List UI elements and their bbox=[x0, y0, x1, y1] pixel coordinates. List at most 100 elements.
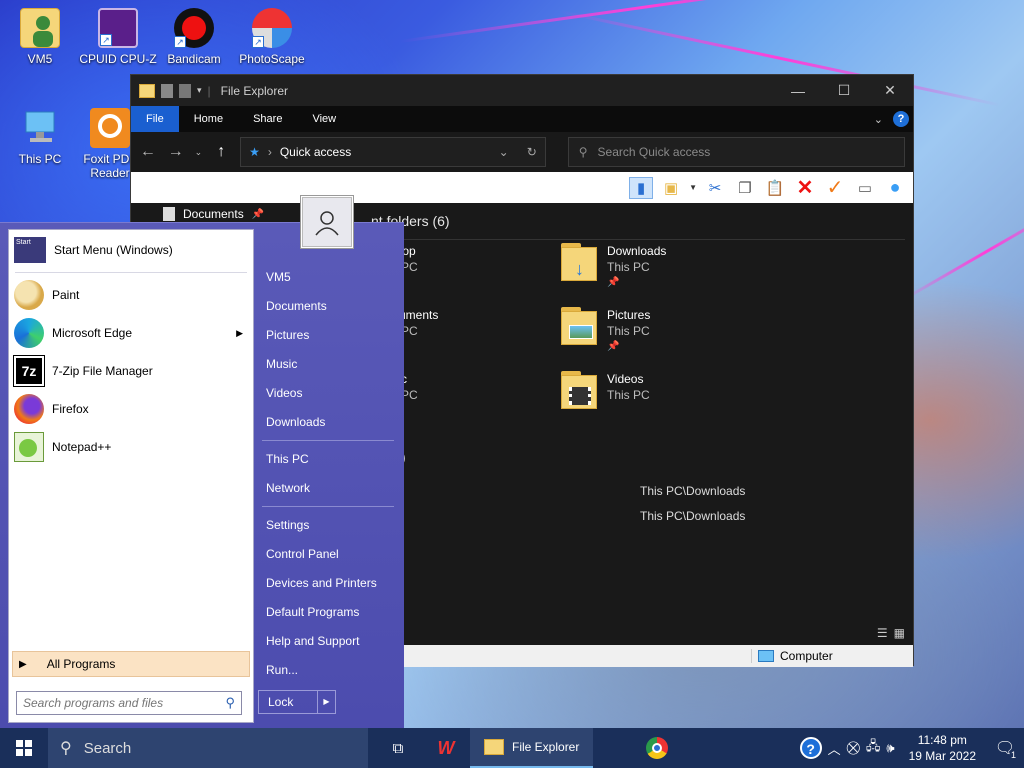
desktop-icon-label: This PC bbox=[18, 152, 62, 166]
start-button[interactable] bbox=[0, 728, 48, 768]
lock-button[interactable]: Lock ▶ bbox=[258, 690, 336, 714]
places-network[interactable]: Network bbox=[262, 474, 402, 503]
recent-locations-icon[interactable]: ⌄ bbox=[194, 147, 203, 158]
cut-icon[interactable]: ✂ bbox=[703, 177, 727, 199]
folder-icon[interactable] bbox=[139, 83, 155, 98]
places-downloads[interactable]: Downloads bbox=[262, 408, 402, 437]
chrome-icon[interactable] bbox=[633, 728, 681, 768]
programs-search-input[interactable]: ⚲ bbox=[16, 691, 242, 715]
help-icon[interactable]: ? bbox=[893, 111, 909, 127]
tab-file[interactable]: File bbox=[131, 106, 179, 132]
nav-pane-documents[interactable]: Documents 📌 bbox=[163, 207, 264, 221]
properties-icon[interactable] bbox=[161, 83, 173, 98]
tab-home[interactable]: Home bbox=[179, 106, 238, 132]
new-dropdown-icon[interactable]: ▼ bbox=[689, 183, 697, 192]
program-notepad-plus-plus[interactable]: Notepad++ bbox=[9, 428, 253, 466]
avatar[interactable] bbox=[300, 195, 354, 249]
separator: | bbox=[207, 83, 211, 98]
folder-tile-downloads[interactable]: ↓ Downloads This PC 📌 bbox=[561, 243, 666, 291]
breadcrumb-chevron-icon[interactable]: › bbox=[268, 145, 272, 159]
paste-icon[interactable]: 📋 bbox=[763, 177, 787, 199]
places-this-pc[interactable]: This PC bbox=[262, 445, 402, 474]
address-row: ← → ⌄ ↑ ★ › Quick access ⌄ ↻ ⚲ Search Qu… bbox=[131, 132, 913, 172]
ribbon-tabs: File Home Share View ⌄ ? bbox=[131, 106, 913, 132]
forward-arrow-icon[interactable]: → bbox=[167, 143, 185, 161]
properties-card-icon[interactable]: ▭ bbox=[853, 177, 877, 199]
network-icon[interactable]: 🖧 bbox=[866, 737, 881, 759]
customize-quick-access-icon[interactable]: ▾ bbox=[197, 85, 202, 96]
places-help-support[interactable]: Help and Support bbox=[262, 627, 402, 656]
desktop-icon-this-pc[interactable]: This PC bbox=[0, 108, 80, 166]
globe-icon[interactable]: ● bbox=[883, 177, 907, 199]
copy-icon[interactable]: ❐ bbox=[733, 177, 757, 199]
taskbar-search-box[interactable]: ⚲ Search bbox=[48, 728, 368, 768]
address-dropdown-icon[interactable]: ⌄ bbox=[499, 145, 509, 159]
videos-folder-icon bbox=[561, 371, 597, 411]
close-button[interactable]: ✕ bbox=[867, 75, 913, 106]
breadcrumb[interactable]: Quick access bbox=[280, 145, 351, 159]
expand-ribbon-icon[interactable]: ⌄ bbox=[874, 113, 883, 126]
taskbar-app-label: File Explorer bbox=[512, 740, 580, 754]
task-view-icon[interactable]: ⧉ bbox=[374, 728, 422, 768]
program-edge[interactable]: Microsoft Edge ▶ bbox=[9, 314, 253, 352]
places-devices-printers[interactable]: Devices and Printers bbox=[262, 569, 402, 598]
minimize-button[interactable]: — bbox=[775, 75, 821, 106]
program-paint[interactable]: Paint bbox=[9, 276, 253, 314]
recent-file-path[interactable]: This PC\Downloads bbox=[640, 484, 745, 498]
programs-search-field[interactable] bbox=[23, 696, 226, 710]
search-input[interactable]: ⚲ Search Quick access bbox=[567, 137, 905, 167]
up-arrow-icon[interactable]: ↑ bbox=[212, 143, 230, 161]
places-control-panel[interactable]: Control Panel bbox=[262, 540, 402, 569]
folder-name: uments bbox=[399, 308, 439, 322]
preview-pane-icon[interactable]: ▮ bbox=[629, 176, 654, 199]
title-bar[interactable]: ▾ | File Explorer — ☐ ✕ bbox=[131, 75, 913, 106]
desktop-icon-photoscape[interactable]: ↗ PhotoScape bbox=[232, 8, 312, 66]
tab-view[interactable]: View bbox=[297, 106, 351, 132]
places-settings[interactable]: Settings bbox=[262, 511, 402, 540]
details-view-icon[interactable]: ☰ bbox=[877, 626, 888, 640]
desktop-icon-vm5[interactable]: VM5 bbox=[0, 8, 80, 66]
all-programs-button[interactable]: ▶ All Programs bbox=[12, 651, 250, 677]
large-icons-view-icon[interactable]: ▦ bbox=[894, 626, 905, 640]
start-menu-item[interactable]: Start Start Menu (Windows) bbox=[9, 231, 253, 269]
places-documents[interactable]: Documents bbox=[262, 292, 402, 321]
notification-count-badge: 1 bbox=[1010, 750, 1016, 760]
places-pictures[interactable]: Pictures bbox=[262, 321, 402, 350]
delete-icon[interactable]: ✕ bbox=[793, 177, 817, 199]
volume-icon[interactable]: 🕪 bbox=[886, 740, 894, 756]
show-hidden-icons-icon[interactable]: ︿ bbox=[828, 739, 841, 758]
program-7zip[interactable]: 7z 7-Zip File Manager bbox=[9, 352, 253, 390]
wps-office-icon[interactable]: W bbox=[422, 728, 470, 768]
places-vm5[interactable]: VM5 bbox=[262, 263, 402, 292]
places-music[interactable]: Music bbox=[262, 350, 402, 379]
folder-tile-videos[interactable]: Videos This PC bbox=[561, 371, 650, 411]
taskbar-file-explorer[interactable]: File Explorer bbox=[470, 728, 594, 768]
action-center-icon[interactable]: 🗨 1 bbox=[990, 728, 1020, 768]
help-tray-icon[interactable]: ? bbox=[799, 737, 822, 759]
rename-check-icon[interactable]: ✓ bbox=[823, 177, 847, 199]
paint-icon bbox=[14, 280, 44, 310]
program-firefox[interactable]: Firefox bbox=[9, 390, 253, 428]
recent-file-path[interactable]: This PC\Downloads bbox=[640, 509, 745, 523]
desktop-icon-bandicam[interactable]: ↗ Bandicam bbox=[154, 8, 234, 66]
folder-tile-pictures[interactable]: Pictures This PC 📌 bbox=[561, 307, 650, 355]
desktop-icon-cpu-z[interactable]: ↗ CPUID CPU-Z bbox=[78, 8, 158, 66]
new-folder-icon[interactable] bbox=[179, 83, 191, 98]
shutdown-options-icon[interactable]: ▶ bbox=[317, 691, 335, 713]
places-videos[interactable]: Videos bbox=[262, 379, 402, 408]
refresh-icon[interactable]: ↻ bbox=[527, 145, 537, 159]
folder-location: This PC bbox=[607, 260, 650, 274]
search-placeholder: Search Quick access bbox=[597, 145, 711, 159]
address-bar[interactable]: ★ › Quick access ⌄ ↻ bbox=[240, 137, 546, 167]
network-status-icon[interactable]: ⛒ bbox=[847, 740, 860, 756]
tab-share[interactable]: Share bbox=[238, 106, 297, 132]
program-label: Paint bbox=[52, 288, 80, 302]
maximize-button[interactable]: ☐ bbox=[821, 75, 867, 106]
new-item-icon[interactable]: ▣ bbox=[659, 177, 683, 199]
places-run[interactable]: Run... bbox=[262, 656, 402, 685]
folder-name: Downloads bbox=[607, 244, 667, 258]
places-default-programs[interactable]: Default Programs bbox=[262, 598, 402, 627]
back-arrow-icon[interactable]: ← bbox=[139, 143, 157, 161]
clock[interactable]: 11:48 pm 19 Mar 2022 bbox=[901, 732, 984, 764]
system-tray: ? ︿ ⛒ 🖧 🕪 11:48 pm 19 Mar 2022 🗨 1 bbox=[799, 728, 1024, 768]
